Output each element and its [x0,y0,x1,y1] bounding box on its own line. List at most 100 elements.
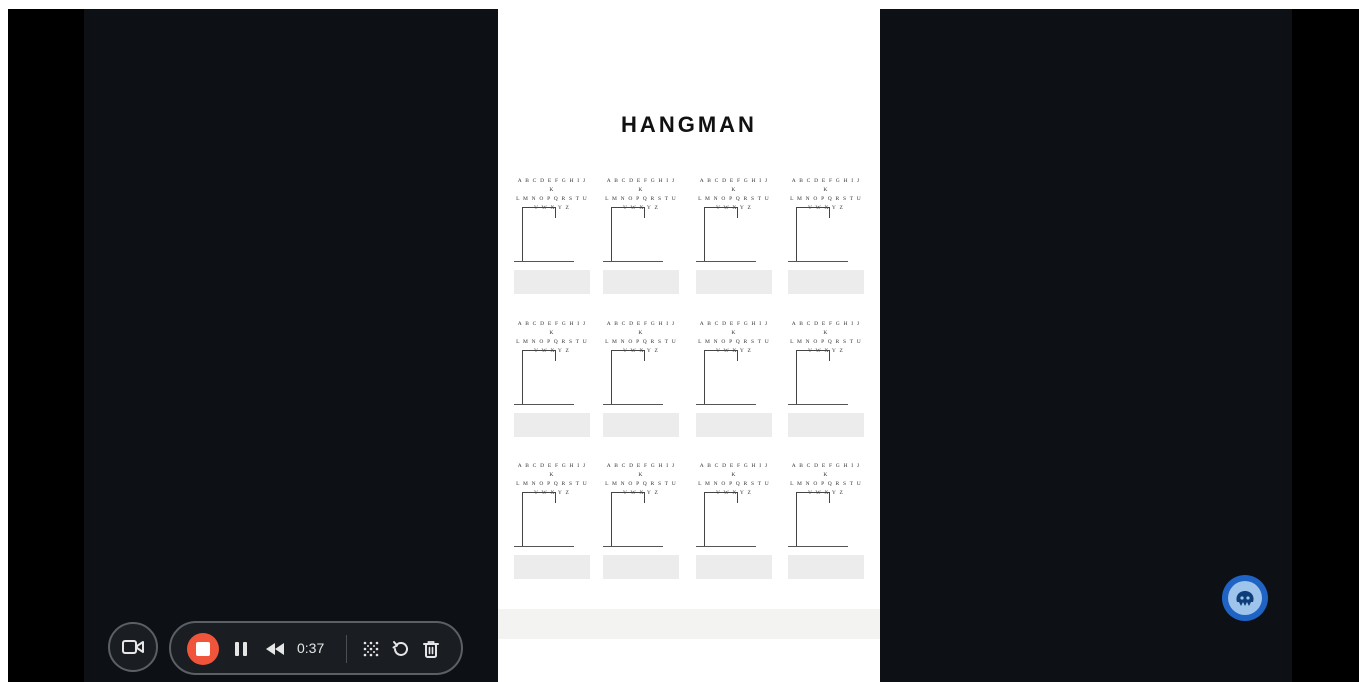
stage-left-panel [84,9,498,682]
answer-box [788,555,864,579]
gallows-rope [737,350,738,361]
gallows-base [696,261,756,262]
answer-box [788,413,864,437]
gallows-base [788,546,848,547]
gallows-beam [611,207,645,208]
hangman-cell: A B C D E F G H I J K L M N O P Q R S T … [603,462,679,587]
gallows-base [514,546,574,547]
hangman-cell: A B C D E F G H I J K L M N O P Q R S T … [788,177,864,302]
controls-divider [346,635,347,663]
gallows-drawing [514,492,590,548]
hangman-cell: A B C D E F G H I J K L M N O P Q R S T … [696,462,772,587]
hangman-cell: A B C D E F G H I J K L M N O P Q R S T … [788,462,864,587]
gallows-base [696,404,756,405]
gallows-rope [829,207,830,218]
elapsed-time: 0:37 [297,640,325,656]
gallows-drawing [788,492,864,548]
gallows-beam [611,350,645,351]
gallows-drawing [696,492,772,548]
gallows-drawing [788,350,864,406]
gallows-post [611,350,612,404]
gallows-rope [555,350,556,361]
gallows-post [796,350,797,404]
gallows-beam [704,492,738,493]
grid-icon [363,641,379,657]
gallows-post [522,207,523,261]
hangman-cell: A B C D E F G H I J K L M N O P Q R S T … [603,320,679,445]
gallows-beam [704,350,738,351]
hangman-cell: A B C D E F G H I J K L M N O P Q R S T … [696,320,772,445]
gallows-beam [704,207,738,208]
gallows-base [696,546,756,547]
gallows-rope [555,207,556,218]
rewind-button[interactable] [259,635,291,663]
gallows-base [603,261,663,262]
gallows-beam [522,492,556,493]
hangman-cell: A B C D E F G H I J K L M N O P Q R S T … [514,320,590,445]
gallows-post [704,350,705,404]
answer-box [788,270,864,294]
restart-button[interactable] [387,635,415,663]
gallows-rope [555,492,556,503]
delete-button[interactable] [417,635,445,663]
stop-button[interactable] [187,633,219,665]
hangman-cell: A B C D E F G H I J K L M N O P Q R S T … [696,177,772,302]
gallows-drawing [603,350,679,406]
hangman-cell: A B C D E F G H I J K L M N O P Q R S T … [788,320,864,445]
answer-box [514,413,590,437]
answer-box [603,270,679,294]
hangman-grid: A B C D E F G H I J K L M N O P Q R S T … [498,9,880,609]
gallows-base [514,261,574,262]
footer-band [498,609,880,639]
gallows-base [788,404,848,405]
gallows-drawing [603,207,679,263]
gallows-base [603,404,663,405]
gallows-beam [522,207,556,208]
gallows-rope [829,350,830,361]
gallows-post [522,350,523,404]
gallows-beam [796,207,830,208]
trash-icon [423,641,439,658]
rewind-icon [266,643,284,655]
pause-button[interactable] [227,635,255,663]
gallows-drawing [696,207,772,263]
gallows-drawing [696,350,772,406]
gallows-post [796,492,797,546]
gallows-drawing [514,207,590,263]
mascot-icon [1228,581,1262,615]
gallows-rope [737,492,738,503]
gallows-base [514,404,574,405]
gallows-post [522,492,523,546]
answer-box [514,270,590,294]
gallows-drawing [514,350,590,406]
restart-icon [392,641,408,656]
gallows-rope [737,207,738,218]
gallows-post [796,207,797,261]
answer-box [696,413,772,437]
assistant-avatar-button[interactable] [1222,575,1268,621]
answer-box [514,555,590,579]
pause-icon [235,642,247,656]
recording-controls: 0:37 [169,621,463,675]
gallows-post [611,207,612,261]
gallows-rope [644,350,645,361]
gallows-beam [796,350,830,351]
hangman-cell: A B C D E F G H I J K L M N O P Q R S T … [603,177,679,302]
grid-button[interactable] [357,635,385,663]
document-page: HANGMAN A B C D E F G H I J K L M N O P … [498,9,880,682]
camera-toggle-button[interactable] [108,622,158,672]
gallows-base [788,261,848,262]
gallows-rope [644,492,645,503]
camera-icon [122,640,144,654]
gallows-base [603,546,663,547]
answer-box [603,555,679,579]
gallows-post [611,492,612,546]
gallows-drawing [603,492,679,548]
gallows-rope [829,492,830,503]
gallows-drawing [788,207,864,263]
gallows-post [704,207,705,261]
gallows-post [704,492,705,546]
hangman-cell: A B C D E F G H I J K L M N O P Q R S T … [514,177,590,302]
gallows-beam [796,492,830,493]
gallows-beam [611,492,645,493]
